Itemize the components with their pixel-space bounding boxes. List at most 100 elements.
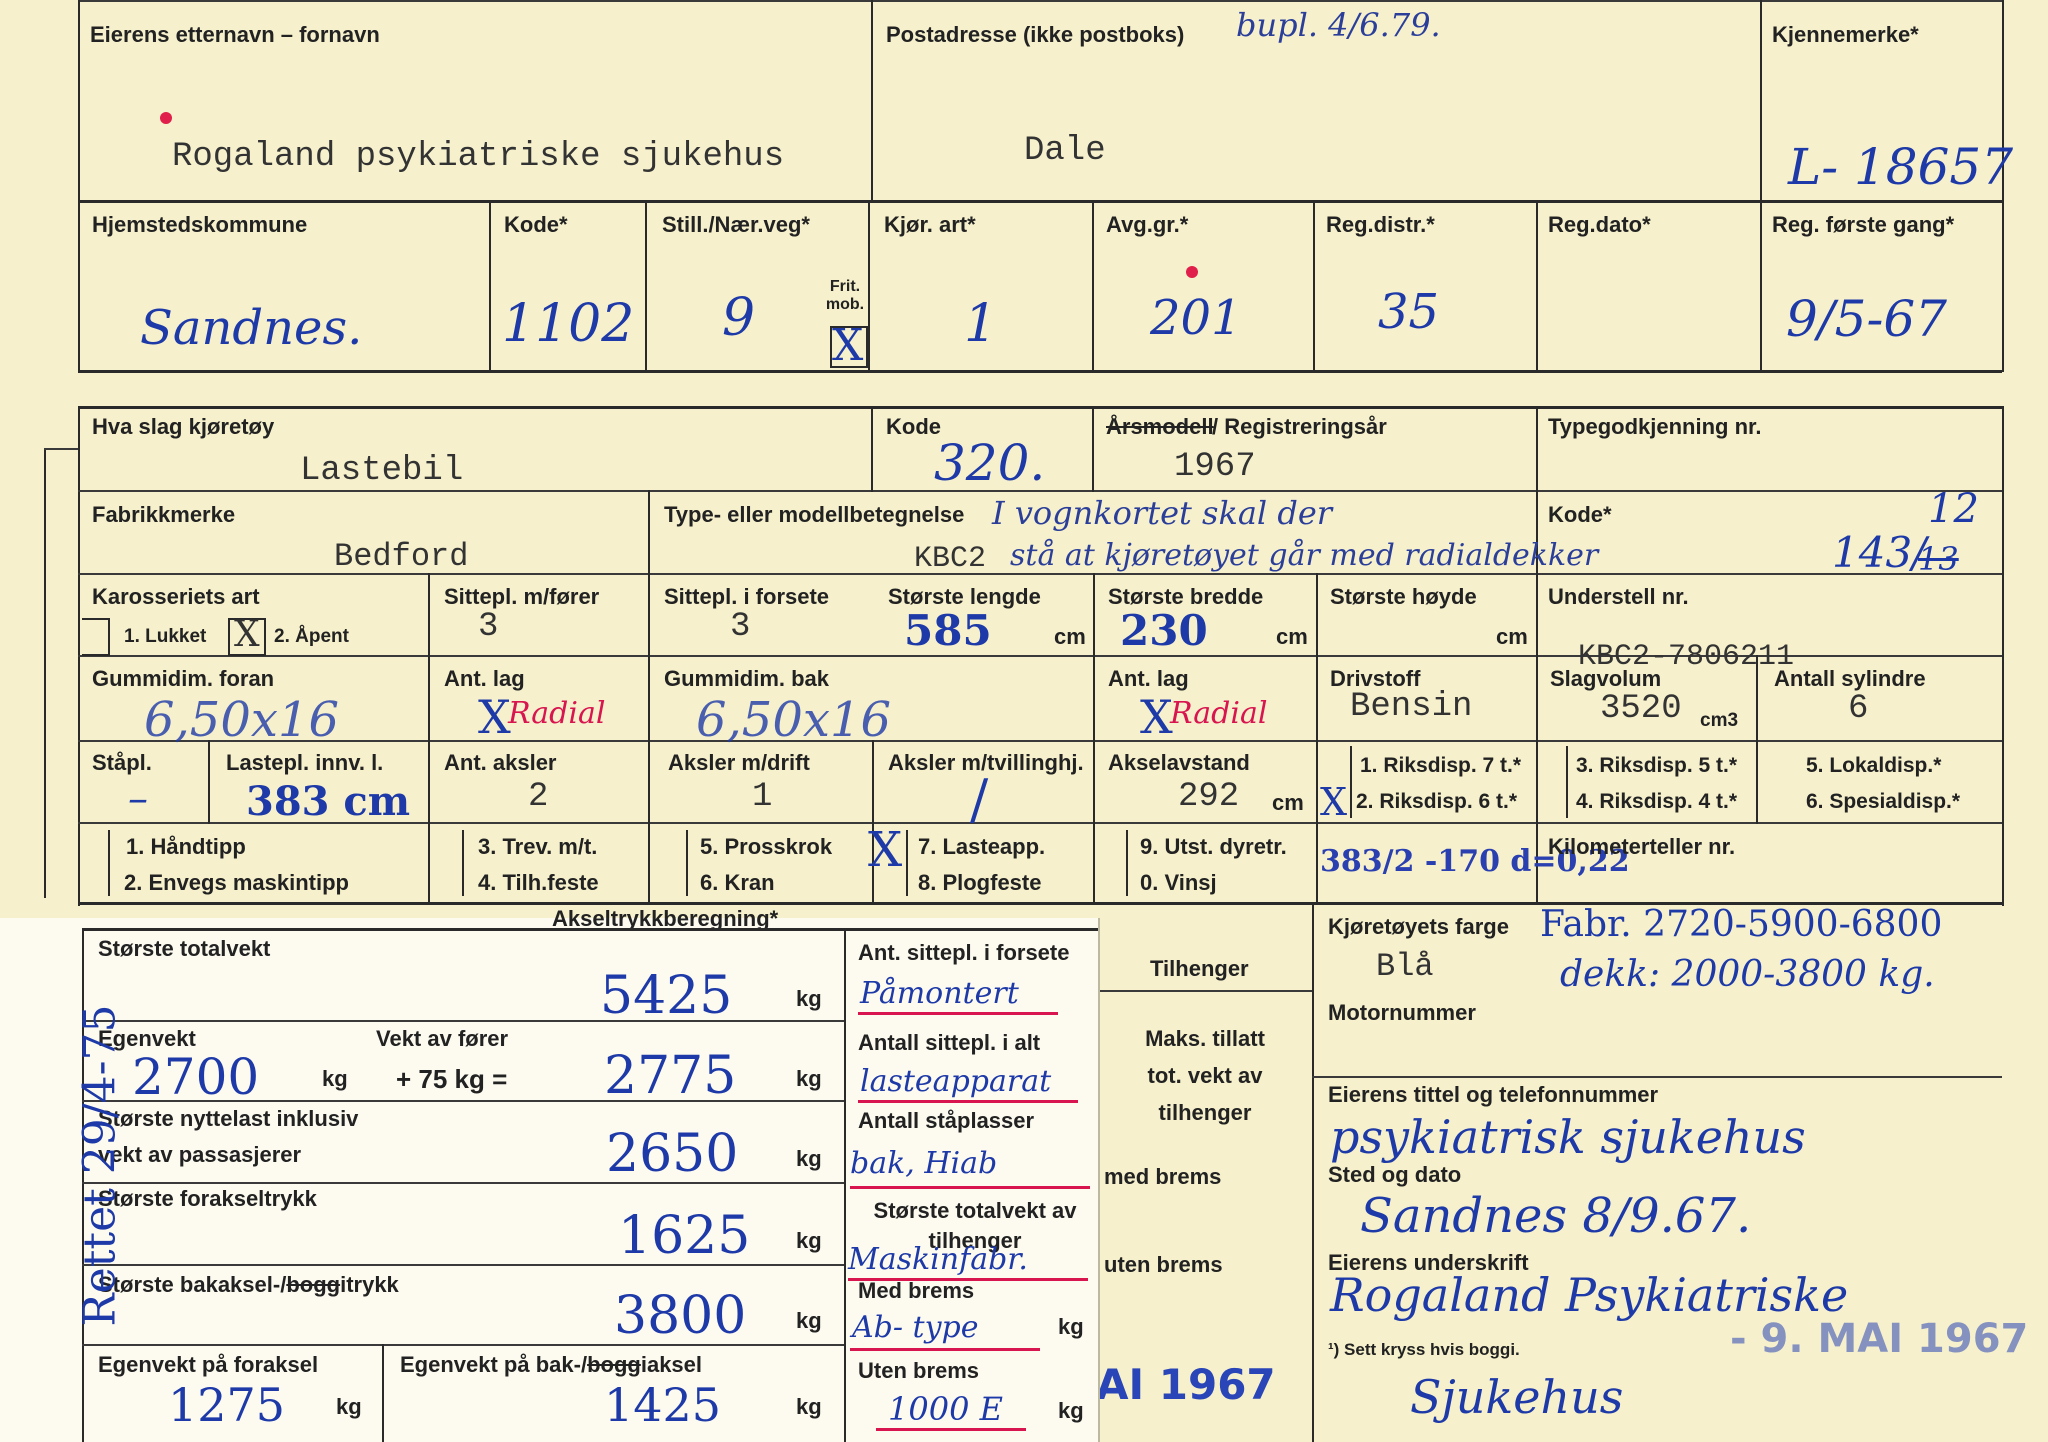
reg-date-label: Reg.dato* — [1548, 212, 1651, 237]
opt-handtipp: 1. Håndtipp — [126, 834, 246, 859]
open-mark: X — [234, 614, 260, 655]
cm3-unit: cm3 — [1700, 710, 1739, 731]
engine-no-label: Motornummer — [1328, 1000, 1476, 1025]
kg-unit: kg — [796, 1228, 822, 1253]
rear-curb-label-b: iaksel — [640, 1352, 703, 1377]
payload-label: Største nyttelast inklusiv — [98, 1106, 359, 1131]
payload-label-2: vekt av passasjerer — [98, 1142, 302, 1167]
still: 9 — [722, 288, 756, 348]
seats-driver: 3 — [478, 608, 499, 646]
cm-unit: cm — [1496, 624, 1528, 649]
riks3: 3. Riksdisp. 5 t.* — [1576, 754, 1738, 777]
kg-unit: kg — [1058, 1398, 1084, 1423]
plies-mark: X — [478, 690, 511, 744]
red-dot — [1186, 266, 1198, 278]
postal-note: bupl. 4/6.79. — [1236, 6, 1441, 44]
tire-front-label: Gummidim. foran — [92, 666, 275, 691]
opt-envegs: 2. Envegs maskintipp — [124, 870, 349, 895]
color-note-1: Fabr. 2720-5900-6800 — [1540, 904, 1943, 945]
owner-title-label: Eierens tittel og telefonnummer — [1328, 1082, 1659, 1107]
avg-gr-label: Avg.gr.* — [1106, 212, 1189, 237]
cargo-length: 383 cm — [246, 778, 411, 825]
twin-axles: / — [970, 768, 989, 831]
radial-front: Radial — [508, 696, 606, 731]
trailer-med-brems: med brems — [1104, 1164, 1222, 1189]
color-note-2: dekk: 2000-3800 kg. — [1560, 954, 1935, 995]
radial-rear: Radial — [1170, 696, 1268, 731]
kjor-art: 1 — [964, 294, 998, 354]
fritt-mob-mark: X — [832, 320, 864, 371]
reg-mark: L- 18657 — [1788, 138, 2014, 196]
wheelbase: 292 — [1178, 778, 1240, 816]
front-seats-note: Påmontert — [860, 976, 1019, 1011]
drive-axles-label: Aksler m/drift — [668, 750, 810, 775]
rear-axle: 3800 — [614, 1286, 747, 1346]
opt-trev: 3. Trev. m/t. — [478, 834, 598, 859]
fritt-mob-label: Frit. mob. — [825, 278, 865, 313]
front-curb: 1275 — [168, 1378, 286, 1432]
place-date: Sandnes 8/9.67. — [1360, 1188, 1752, 1244]
riks4: 4. Riksdisp. 4 t.* — [1576, 790, 1738, 813]
cargo-length-label: Lastepl. innv. l. — [226, 750, 384, 775]
with-brakes-label: Med brems — [858, 1278, 975, 1303]
lokal5: 5. Lokaldisp.* — [1806, 754, 1942, 777]
rear-curb: 1425 — [604, 1378, 722, 1432]
riks1: 1. Riksdisp. 7 t.* — [1360, 754, 1522, 777]
tilhenger-heading: Tilhenger — [1150, 956, 1249, 981]
driver-weight-expr: + 75 kg = — [396, 1064, 508, 1094]
axles-label: Ant. aksler — [444, 750, 557, 775]
kode2-struck: 13 — [1918, 540, 1959, 578]
opt-lasteapp: 7. Lasteapp. — [918, 834, 1046, 859]
vehicle-kind: Lastebil — [300, 452, 464, 490]
opt-utst: 9. Utst. dyretr. — [1140, 834, 1287, 859]
closed-checkbox[interactable] — [82, 618, 110, 656]
plies-label: Ant. lag — [444, 666, 525, 691]
kg-unit: kg — [796, 1066, 822, 1091]
tire-front: 6,50x16 — [144, 692, 340, 748]
year-label-struck: Årsmodell — [1106, 414, 1214, 439]
code: 1102 — [502, 294, 635, 354]
vehicle-code: 320. — [934, 434, 1046, 492]
reg-distr: 35 — [1378, 284, 1440, 340]
signature-line-1: Rogaland Psykiatriske — [1330, 1268, 1849, 1322]
wheelbase-label: Akselavstand — [1108, 750, 1250, 775]
trailer-uten-brems: uten brems — [1104, 1252, 1223, 1277]
cm-unit: cm — [1272, 790, 1304, 815]
color: Blå — [1376, 948, 1434, 985]
axles: 2 — [528, 778, 549, 816]
vehicle-kind-label: Hva slag kjøretøy — [92, 414, 275, 439]
red-dot — [160, 112, 172, 124]
reg-distr-label: Reg.distr.* — [1326, 212, 1435, 237]
kg-unit: kg — [796, 986, 822, 1011]
opt-open: 2. Åpent — [274, 626, 349, 647]
rear-axle-label-struck: bogg — [286, 1272, 341, 1297]
driver-weight-label: Vekt av fører — [376, 1026, 509, 1051]
rear-axle-label: Største bakaksel-/boggitrykk — [98, 1272, 399, 1298]
odometer-label: Kilometerteller nr. — [1548, 834, 1736, 859]
payload: 2650 — [606, 1124, 739, 1184]
total-seats-label: Antall sittepl. i alt — [858, 1030, 1041, 1055]
rear-curb-label: Egenvekt på bak-/boggiaksel — [400, 1352, 702, 1378]
seats-front-label: Sittepl. i forsete — [664, 584, 830, 609]
opt-closed: 1. Lukket — [124, 626, 207, 647]
color-label: Kjøretøyets farge — [1328, 914, 1509, 939]
total-weight: 5425 — [600, 966, 733, 1026]
riks2: 2. Riksdisp. 6 t.* — [1356, 790, 1518, 813]
kjor-art-label: Kjør. art* — [884, 212, 976, 237]
tire-rear-label: Gummidim. bak — [664, 666, 830, 691]
kode2: 143/ — [1832, 528, 1927, 577]
reg-first-label: Reg. første gang* — [1772, 212, 1955, 237]
max-trailer-label: Maks. tillatt tot. vekt av tilhenger — [1145, 1026, 1265, 1125]
body-type-label: Karosseriets art — [92, 584, 260, 609]
front-axle: 1625 — [618, 1206, 751, 1266]
opt-plogfeste: 8. Plogfeste — [918, 870, 1042, 895]
rear-curb-label-a: Egenvekt på bak-/ — [400, 1352, 588, 1377]
make: Bedford — [334, 538, 469, 575]
kg-unit: kg — [336, 1394, 362, 1419]
tire-rear: 6,50x16 — [696, 692, 892, 748]
displacement-label: Slagvolum — [1550, 666, 1662, 691]
kg-unit: kg — [1058, 1314, 1084, 1339]
footnote: ¹) Sett kryss hvis boggi. — [1328, 1340, 1520, 1359]
postal-address-label: Postadresse (ikke postboks) — [886, 22, 1185, 47]
kg-unit: kg — [796, 1394, 822, 1419]
